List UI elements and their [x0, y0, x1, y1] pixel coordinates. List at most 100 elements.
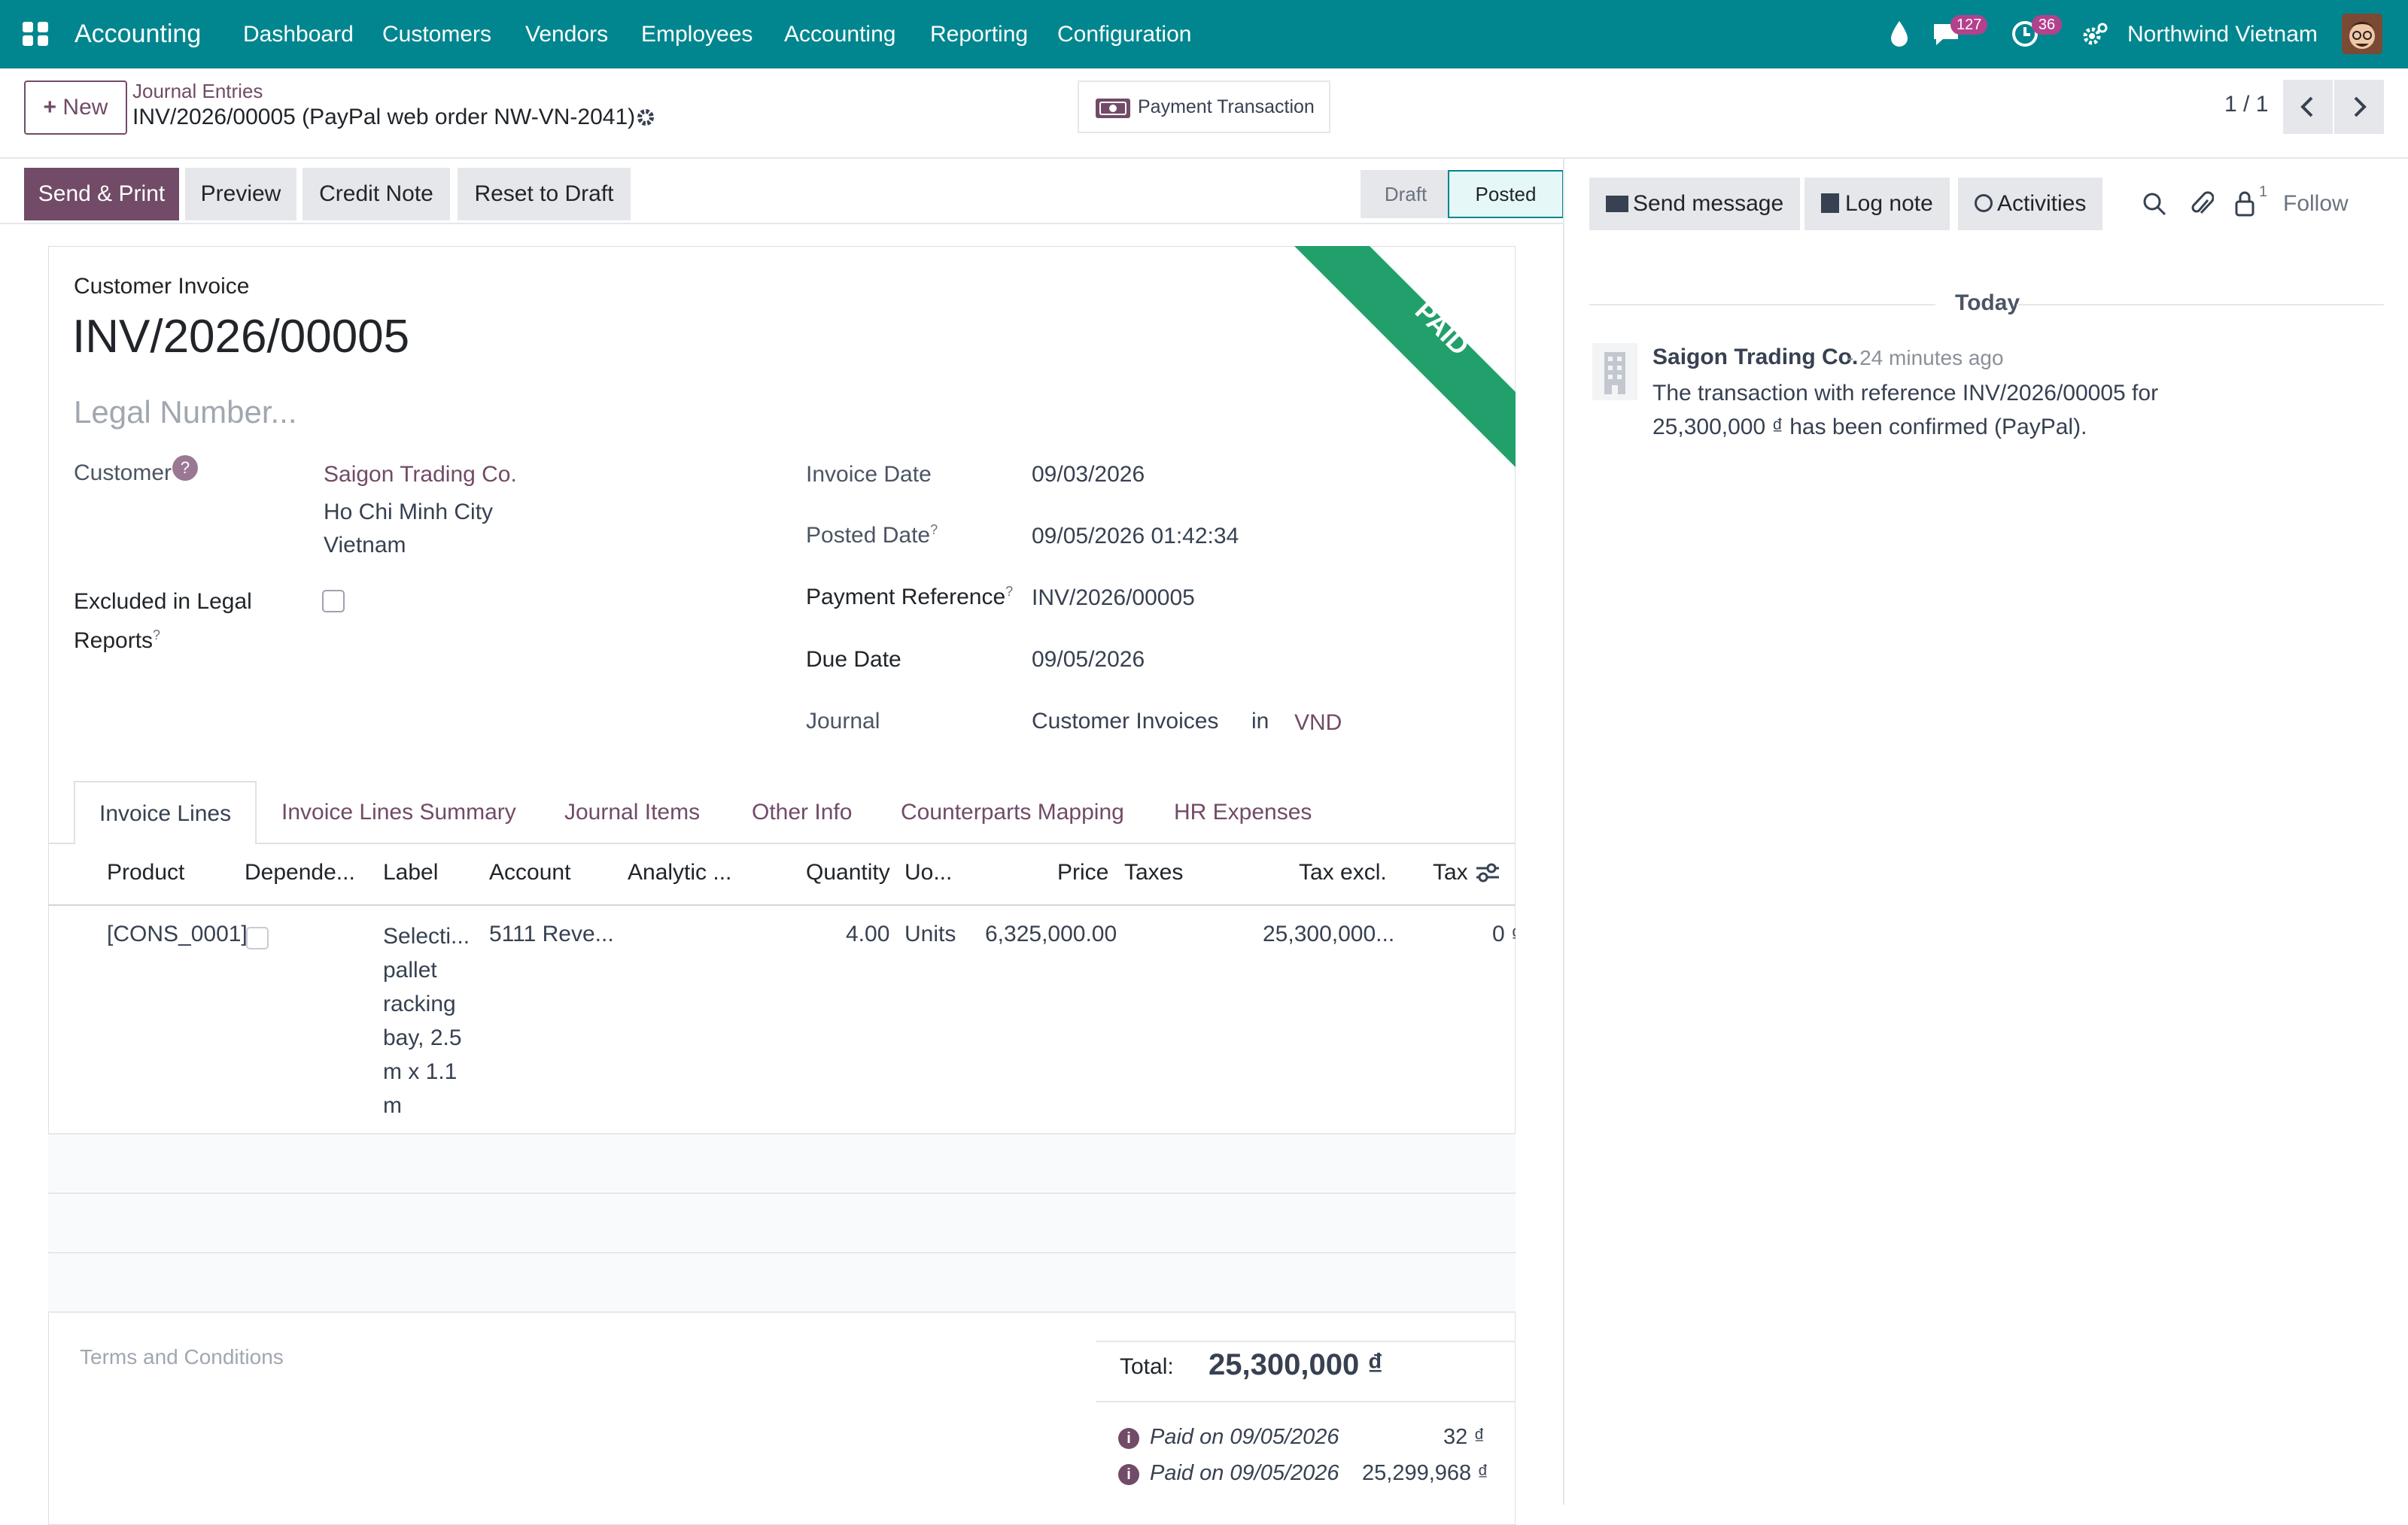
excluded-legal-reports-checkbox[interactable] — [322, 590, 345, 612]
send-message-button[interactable]: Send message — [1589, 178, 1801, 230]
terms-and-conditions-input[interactable]: Terms and Conditions — [80, 1345, 1058, 1496]
tab-invoice-lines[interactable]: Invoice Lines — [74, 781, 257, 844]
followers-lock-icon[interactable] — [2233, 190, 2256, 217]
menu-configuration[interactable]: Configuration — [1057, 0, 1191, 68]
activities-badge: 36 — [2032, 15, 2062, 35]
record-actions-gear-icon[interactable] — [635, 107, 656, 128]
col-analytic[interactable]: Analytic ... — [628, 858, 731, 888]
col-tax[interactable]: Tax — [1433, 858, 1468, 888]
reset-to-draft-button[interactable]: Reset to Draft — [458, 168, 631, 220]
pager-next-button[interactable] — [2334, 80, 2384, 134]
customer-label: Customer — [74, 460, 172, 485]
row-price[interactable]: 6,325,000.00 — [985, 919, 1117, 949]
table-bottom-border — [48, 1311, 1516, 1313]
company-switcher[interactable]: Northwind Vietnam — [2127, 0, 2318, 68]
tab-invoice-lines-summary[interactable]: Invoice Lines Summary — [281, 781, 516, 844]
pager-previous-button[interactable] — [2283, 80, 2333, 134]
new-button[interactable]: + New — [24, 81, 127, 135]
activities-button[interactable]: Activities — [1958, 178, 2103, 230]
customer-help-icon[interactable]: ? — [172, 455, 198, 481]
col-account[interactable]: Account — [489, 858, 570, 888]
menu-dashboard[interactable]: Dashboard — [243, 0, 354, 68]
user-avatar[interactable] — [2342, 14, 2382, 54]
tab-journal-items[interactable]: Journal Items — [564, 781, 700, 844]
payment-line-amount: 25,299,968 ₫ — [1362, 1461, 1489, 1485]
col-uom[interactable]: Uo... — [905, 858, 952, 888]
payment-info-icon[interactable]: i — [1118, 1428, 1139, 1449]
paid-ribbon: PAID — [1287, 246, 1516, 475]
move-type-label: Customer Invoice — [74, 274, 250, 299]
send-print-button[interactable]: Send & Print — [24, 168, 179, 220]
row-tax-clip: 0 ₫ — [1490, 919, 1516, 949]
optional-columns-sliders-icon[interactable] — [1475, 861, 1500, 884]
log-note-button[interactable]: Log note — [1804, 178, 1950, 230]
control-panel-divider — [0, 157, 2408, 159]
col-product[interactable]: Product — [107, 858, 184, 888]
totals-top-border — [1096, 1341, 1516, 1342]
message-body: The transaction with reference INV/2026/… — [1652, 381, 2159, 439]
posted-date-label: Posted Date? — [806, 522, 938, 548]
due-date-value[interactable]: 09/05/2026 — [1032, 647, 1145, 673]
invoice-date-value[interactable]: 09/03/2026 — [1032, 462, 1145, 488]
col-label[interactable]: Label — [383, 858, 438, 888]
legal-number-input[interactable]: Legal Number... — [74, 394, 751, 436]
plus-icon: + — [43, 95, 57, 120]
customer-link[interactable]: Saigon Trading Co. — [324, 462, 517, 488]
settings-gear-icon[interactable] — [2081, 21, 2109, 48]
search-messages-icon[interactable] — [2142, 191, 2167, 217]
payment-transaction-label: Payment Transaction — [1138, 96, 1315, 117]
status-stage-posted[interactable]: Posted — [1448, 170, 1564, 218]
currency-link[interactable]: VND — [1294, 710, 1342, 736]
row-dependency-checkbox[interactable] — [246, 927, 269, 949]
chevron-right-icon — [2354, 96, 2367, 117]
col-tax-excl[interactable]: Tax excl. — [1299, 858, 1387, 888]
payment-line-label: Paid on 09/05/2026 — [1150, 1461, 1339, 1485]
tab-hr-expenses[interactable]: HR Expenses — [1174, 781, 1312, 844]
row-label[interactable]: Selecti... pallet racking bay, 2.5 m x 1… — [383, 919, 470, 1122]
col-price[interactable]: Price — [1057, 858, 1108, 888]
pager-value[interactable]: 1 / 1 — [2224, 92, 2268, 117]
status-stage-draft[interactable]: Draft — [1361, 170, 1451, 218]
menu-vendors[interactable]: Vendors — [525, 0, 608, 68]
date-separator: Today — [1955, 290, 2020, 315]
payment-line-label: Paid on 09/05/2026 — [1150, 1425, 1339, 1449]
excluded-legal-reports-label: Excluded in Legal Reports? — [74, 589, 252, 653]
money-bill-icon — [1094, 96, 1132, 121]
row-quantity[interactable]: 4.00 — [846, 919, 889, 949]
apps-menu-icon[interactable] — [21, 19, 51, 49]
col-quantity[interactable]: Quantity — [806, 858, 890, 888]
app-name[interactable]: Accounting — [74, 0, 201, 68]
col-dependencies[interactable]: Depende... — [245, 858, 355, 888]
customer-city: Ho Chi Minh City — [324, 500, 494, 524]
form-chatter-divider — [1563, 158, 1564, 1505]
breadcrumb-journal-entries[interactable]: Journal Entries — [132, 80, 263, 103]
menu-employees[interactable]: Employees — [641, 0, 752, 68]
preview-button[interactable]: Preview — [185, 168, 296, 220]
row-product-link[interactable]: [CONS_0001] — [107, 919, 248, 949]
payment-reference-value[interactable]: INV/2026/00005 — [1032, 585, 1195, 611]
tab-other-info[interactable]: Other Info — [752, 781, 852, 844]
author-avatar-building-icon[interactable] — [1592, 343, 1637, 400]
col-taxes[interactable]: Taxes — [1124, 858, 1183, 888]
payment-info-icon[interactable]: i — [1118, 1464, 1139, 1485]
payment-transaction-smart-button[interactable]: Payment Transaction — [1078, 81, 1330, 133]
drop-icon[interactable] — [1889, 20, 1910, 48]
journal-value[interactable]: Customer Invoices — [1032, 709, 1218, 734]
row-account[interactable]: 5111 Reve... — [489, 919, 614, 949]
row-tax: 0 ₫ — [1492, 922, 1516, 946]
tab-counterparts-mapping[interactable]: Counterparts Mapping — [901, 781, 1124, 844]
new-button-label: New — [62, 95, 108, 120]
message-time: - 24 minutes ago — [1847, 346, 2004, 369]
follow-button[interactable]: Follow — [2283, 191, 2349, 217]
row-uom[interactable]: Units — [905, 919, 956, 949]
date-separator-line-right — [2017, 304, 2384, 305]
message-author[interactable]: Saigon Trading Co. — [1652, 345, 1858, 370]
attachments-paperclip-icon[interactable] — [2190, 190, 2214, 218]
menu-accounting[interactable]: Accounting — [784, 0, 895, 68]
clock-icon — [1975, 194, 1993, 212]
legal-number-placeholder: Legal Number... — [74, 394, 297, 430]
credit-note-button[interactable]: Credit Note — [303, 168, 450, 220]
messages-badge: 127 — [1950, 15, 1988, 35]
menu-customers[interactable]: Customers — [382, 0, 491, 68]
menu-reporting[interactable]: Reporting — [930, 0, 1028, 68]
